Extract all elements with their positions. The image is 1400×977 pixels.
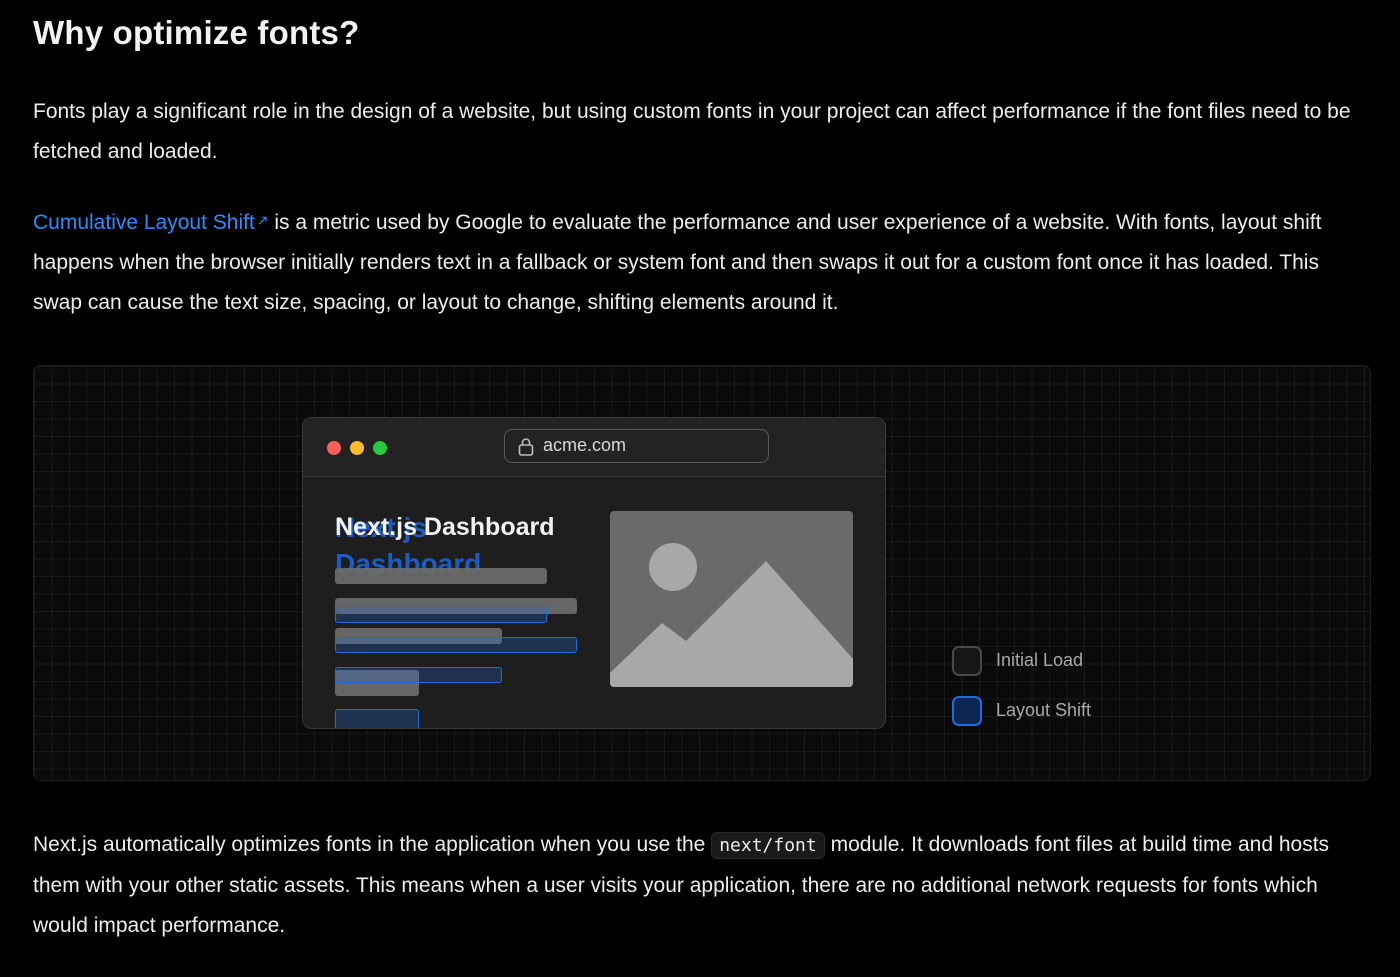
shifted-button	[335, 709, 419, 728]
lock-icon	[518, 436, 534, 467]
legend-label-shift: Layout Shift	[996, 700, 1092, 720]
maximize-dot-icon	[373, 441, 387, 455]
paragraph-text: Next.js automatically optimizes fonts in…	[33, 833, 712, 856]
initial-text-line	[335, 568, 547, 584]
close-dot-icon	[327, 441, 341, 455]
cls-paragraph: Cumulative Layout Shift ↗ is a metric use…	[33, 200, 1373, 323]
image-placeholder-icon	[610, 511, 853, 687]
address-bar: acme.com	[504, 429, 769, 463]
browser-titlebar: acme.com	[303, 418, 885, 477]
layout-shift-illustration: acme.com Next.js Dashboard Next.js Dashb…	[33, 365, 1371, 781]
address-url: acme.com	[543, 435, 627, 455]
shifted-text-line	[335, 607, 547, 623]
section-heading: Why optimize fonts?	[33, 14, 360, 51]
shifted-text-line	[335, 637, 577, 653]
next-font-paragraph: Next.js automatically optimizes fonts in…	[33, 825, 1373, 946]
link-label[interactable]: Cumulative Layout Shift	[33, 211, 255, 234]
custom-font-title: Next.js Dashboard	[335, 513, 555, 541]
legend-swatch-initial	[952, 646, 982, 676]
legend-swatch-shift	[952, 696, 982, 726]
intro-paragraph: Fonts play a significant role in the des…	[33, 100, 1351, 163]
shifted-text-line	[335, 667, 502, 683]
cumulative-layout-shift-link[interactable]: Cumulative Layout Shift ↗	[33, 211, 269, 234]
inline-code: next/font	[711, 832, 825, 859]
external-arrow-icon: ↗	[256, 212, 269, 228]
minimize-dot-icon	[350, 441, 364, 455]
legend-label-initial: Initial Load	[996, 650, 1084, 670]
docs-page: Why optimize fonts? Fonts play a signifi…	[0, 0, 1400, 977]
browser-window: acme.com Next.js Dashboard Next.js Dashb…	[302, 417, 886, 729]
